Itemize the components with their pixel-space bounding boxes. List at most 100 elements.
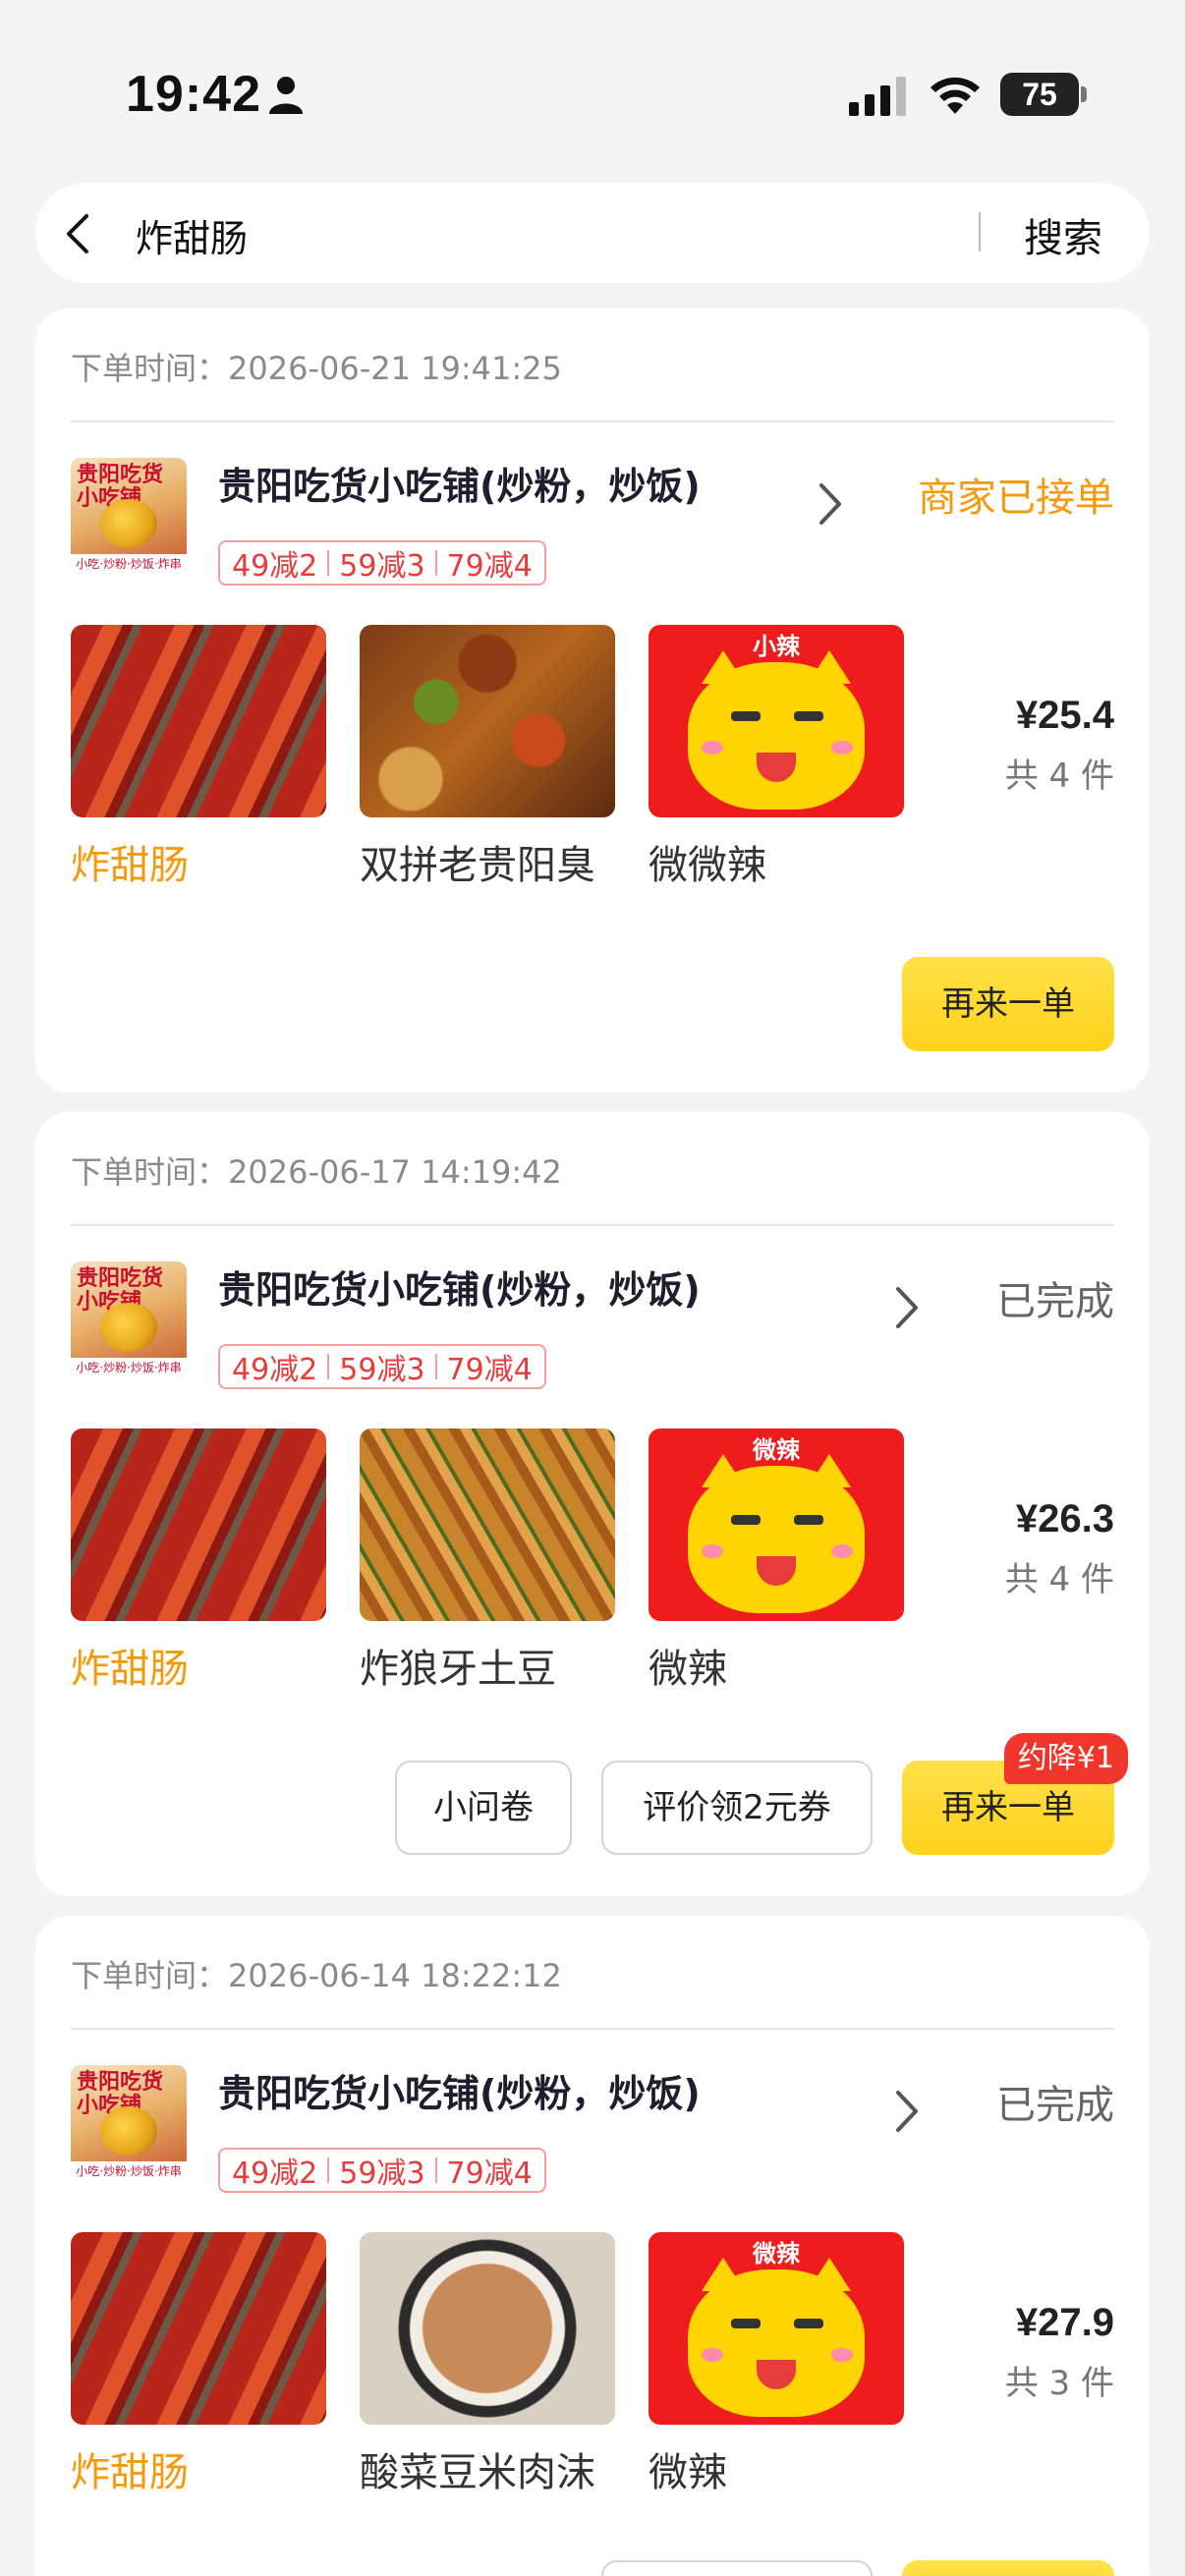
cat-face bbox=[688, 2269, 865, 2417]
reorder-button[interactable]: 再来一单 bbox=[902, 957, 1114, 1051]
order-price: ¥27.9 bbox=[1015, 2301, 1114, 2344]
cat-eye bbox=[794, 711, 823, 721]
order-status: 商家已接单 bbox=[918, 476, 1114, 521]
divider bbox=[71, 420, 1114, 422]
order-item[interactable]: 双拼老贵阳臭 bbox=[360, 625, 615, 888]
partial-reorder-button[interactable] bbox=[902, 2560, 1114, 2576]
shop-logo[interactable]: 贵阳吃货 小吃铺 小吃·炒粉·炒饭·炸串 bbox=[71, 1261, 187, 1377]
promo-tag: 59减3 bbox=[339, 1353, 425, 1387]
order-item[interactable]: 炸狼牙土豆 bbox=[360, 1428, 615, 1692]
item-image: 微辣 bbox=[649, 2232, 904, 2425]
order-item[interactable]: 酸菜豆米肉沫 bbox=[360, 2232, 615, 2495]
promo-separator bbox=[434, 1354, 437, 1379]
review-coupon-button[interactable]: 评价领2元券 bbox=[601, 1761, 873, 1855]
divider bbox=[71, 1224, 1114, 1226]
shop-logo[interactable]: 贵阳吃货 小吃铺 小吃·炒粉·炒饭·炸串 bbox=[71, 458, 187, 574]
item-count: 共 3 件 bbox=[1004, 2364, 1114, 2403]
cat-cheek bbox=[831, 1544, 853, 1558]
item-name: 酸菜豆米肉沫 bbox=[360, 2450, 595, 2495]
order-card[interactable]: 下单时间：2026-06-17 14:19:42 贵阳吃货 小吃铺 小吃·炒粉·炒… bbox=[35, 1112, 1150, 1896]
status-bar: 19:42 75 bbox=[0, 0, 1185, 167]
order-price: ¥26.3 bbox=[1015, 1497, 1114, 1540]
person-icon bbox=[269, 77, 303, 114]
order-status: 已完成 bbox=[996, 2083, 1114, 2128]
promo-tag: 49减2 bbox=[232, 1353, 318, 1387]
order-item[interactable]: 微辣 微辣 bbox=[649, 1428, 904, 1692]
promo-tags: 49减2 59减3 79减4 bbox=[218, 1344, 546, 1389]
discount-badge: 约降¥1 bbox=[1003, 1733, 1128, 1784]
cat-cheek bbox=[702, 1544, 723, 1558]
chevron-right-icon[interactable] bbox=[816, 481, 845, 527]
promo-separator bbox=[434, 550, 437, 576]
cat-face bbox=[688, 662, 865, 810]
item-image: 微辣 bbox=[649, 1428, 904, 1621]
item-image bbox=[71, 2232, 326, 2425]
order-status: 已完成 bbox=[996, 1279, 1114, 1324]
chevron-right-icon[interactable] bbox=[892, 1285, 922, 1330]
back-icon[interactable] bbox=[61, 212, 96, 255]
order-card[interactable]: 下单时间：2026-06-14 18:22:12 贵阳吃货 小吃铺 小吃·炒粉·炒… bbox=[35, 1916, 1150, 2576]
partial-action-button[interactable] bbox=[601, 2560, 873, 2576]
shop-logo-strip: 小吃·炒粉·炒饭·炸串 bbox=[71, 1358, 187, 1377]
promo-tag: 49减2 bbox=[232, 2156, 318, 2191]
cat-eye bbox=[731, 711, 761, 721]
shop-name[interactable]: 贵阳吃货小吃铺(炒粉，炒饭) bbox=[218, 1260, 701, 1314]
divider bbox=[71, 2028, 1114, 2030]
item-name: 炸甜肠 bbox=[71, 1647, 189, 1692]
cat-eye bbox=[731, 2319, 761, 2328]
item-name: 微辣 bbox=[649, 2450, 727, 2495]
item-count: 共 4 件 bbox=[1004, 1560, 1114, 1599]
item-name: 炸狼牙土豆 bbox=[360, 1647, 556, 1692]
battery-cap bbox=[1081, 86, 1087, 102]
shop-name[interactable]: 贵阳吃货小吃铺(炒粉，炒饭) bbox=[218, 2063, 701, 2117]
search-divider bbox=[979, 212, 981, 252]
promo-tag: 59减3 bbox=[339, 2156, 425, 2191]
shop-logo-strip: 小吃·炒粉·炒饭·炸串 bbox=[71, 2161, 187, 2181]
search-button[interactable]: 搜索 bbox=[1024, 206, 1102, 263]
wifi-icon bbox=[931, 77, 980, 114]
shop-logo-food bbox=[100, 499, 157, 548]
search-input[interactable]: 炸甜肠 bbox=[136, 208, 248, 262]
item-image bbox=[71, 625, 326, 817]
item-name: 微辣 bbox=[649, 1647, 727, 1692]
cat-cheek bbox=[702, 2348, 723, 2362]
promo-tag: 79减4 bbox=[446, 2156, 533, 2191]
item-image bbox=[71, 1428, 326, 1621]
promo-tags: 49减2 59减3 79减4 bbox=[218, 2148, 546, 2193]
promo-separator bbox=[327, 550, 330, 576]
promo-separator bbox=[327, 2157, 330, 2183]
order-time: 下单时间：2026-06-14 18:22:12 bbox=[71, 1957, 562, 1994]
item-name: 炸甜肠 bbox=[71, 843, 189, 888]
item-name: 双拼老贵阳臭 bbox=[360, 843, 595, 888]
item-name: 微微辣 bbox=[649, 843, 766, 888]
shop-logo[interactable]: 贵阳吃货 小吃铺 小吃·炒粉·炒饭·炸串 bbox=[71, 2065, 187, 2181]
survey-button[interactable]: 小问卷 bbox=[395, 1761, 572, 1855]
order-item[interactable]: 微辣 微辣 bbox=[649, 2232, 904, 2495]
spicy-label: 微辣 bbox=[753, 1436, 800, 1464]
status-time: 19:42 bbox=[126, 66, 261, 123]
item-image: 小辣 bbox=[649, 625, 904, 817]
item-name: 炸甜肠 bbox=[71, 2450, 189, 2495]
shop-logo-food bbox=[100, 2106, 157, 2156]
cat-eye bbox=[794, 1515, 823, 1525]
shop-name[interactable]: 贵阳吃货小吃铺(炒粉，炒饭) bbox=[218, 456, 701, 510]
chevron-right-icon[interactable] bbox=[892, 2089, 922, 2134]
spicy-label: 微辣 bbox=[753, 2240, 800, 2268]
battery-indicator: 75 bbox=[1000, 73, 1079, 116]
order-item[interactable]: 小辣 微微辣 bbox=[649, 625, 904, 888]
order-item[interactable]: 炸甜肠 bbox=[71, 625, 326, 888]
item-image bbox=[360, 2232, 615, 2425]
order-item[interactable]: 炸甜肠 bbox=[71, 2232, 326, 2495]
promo-tag: 79减4 bbox=[446, 549, 533, 584]
promo-tags: 49减2 59减3 79减4 bbox=[218, 540, 546, 586]
order-item[interactable]: 炸甜肠 bbox=[71, 1428, 326, 1692]
order-price: ¥25.4 bbox=[1015, 694, 1114, 737]
promo-separator bbox=[434, 2157, 437, 2183]
order-time: 下单时间：2026-06-17 14:19:42 bbox=[71, 1153, 562, 1191]
cellular-signal-icon bbox=[849, 77, 906, 116]
shop-logo-title-1: 贵阳吃货 bbox=[77, 1266, 164, 1291]
cat-cheek bbox=[831, 2348, 853, 2362]
cat-face bbox=[688, 1466, 865, 1613]
order-card[interactable]: 下单时间：2026-06-21 19:41:25 贵阳吃货 小吃铺 小吃·炒粉·炒… bbox=[35, 308, 1150, 1092]
promo-separator bbox=[327, 1354, 330, 1379]
